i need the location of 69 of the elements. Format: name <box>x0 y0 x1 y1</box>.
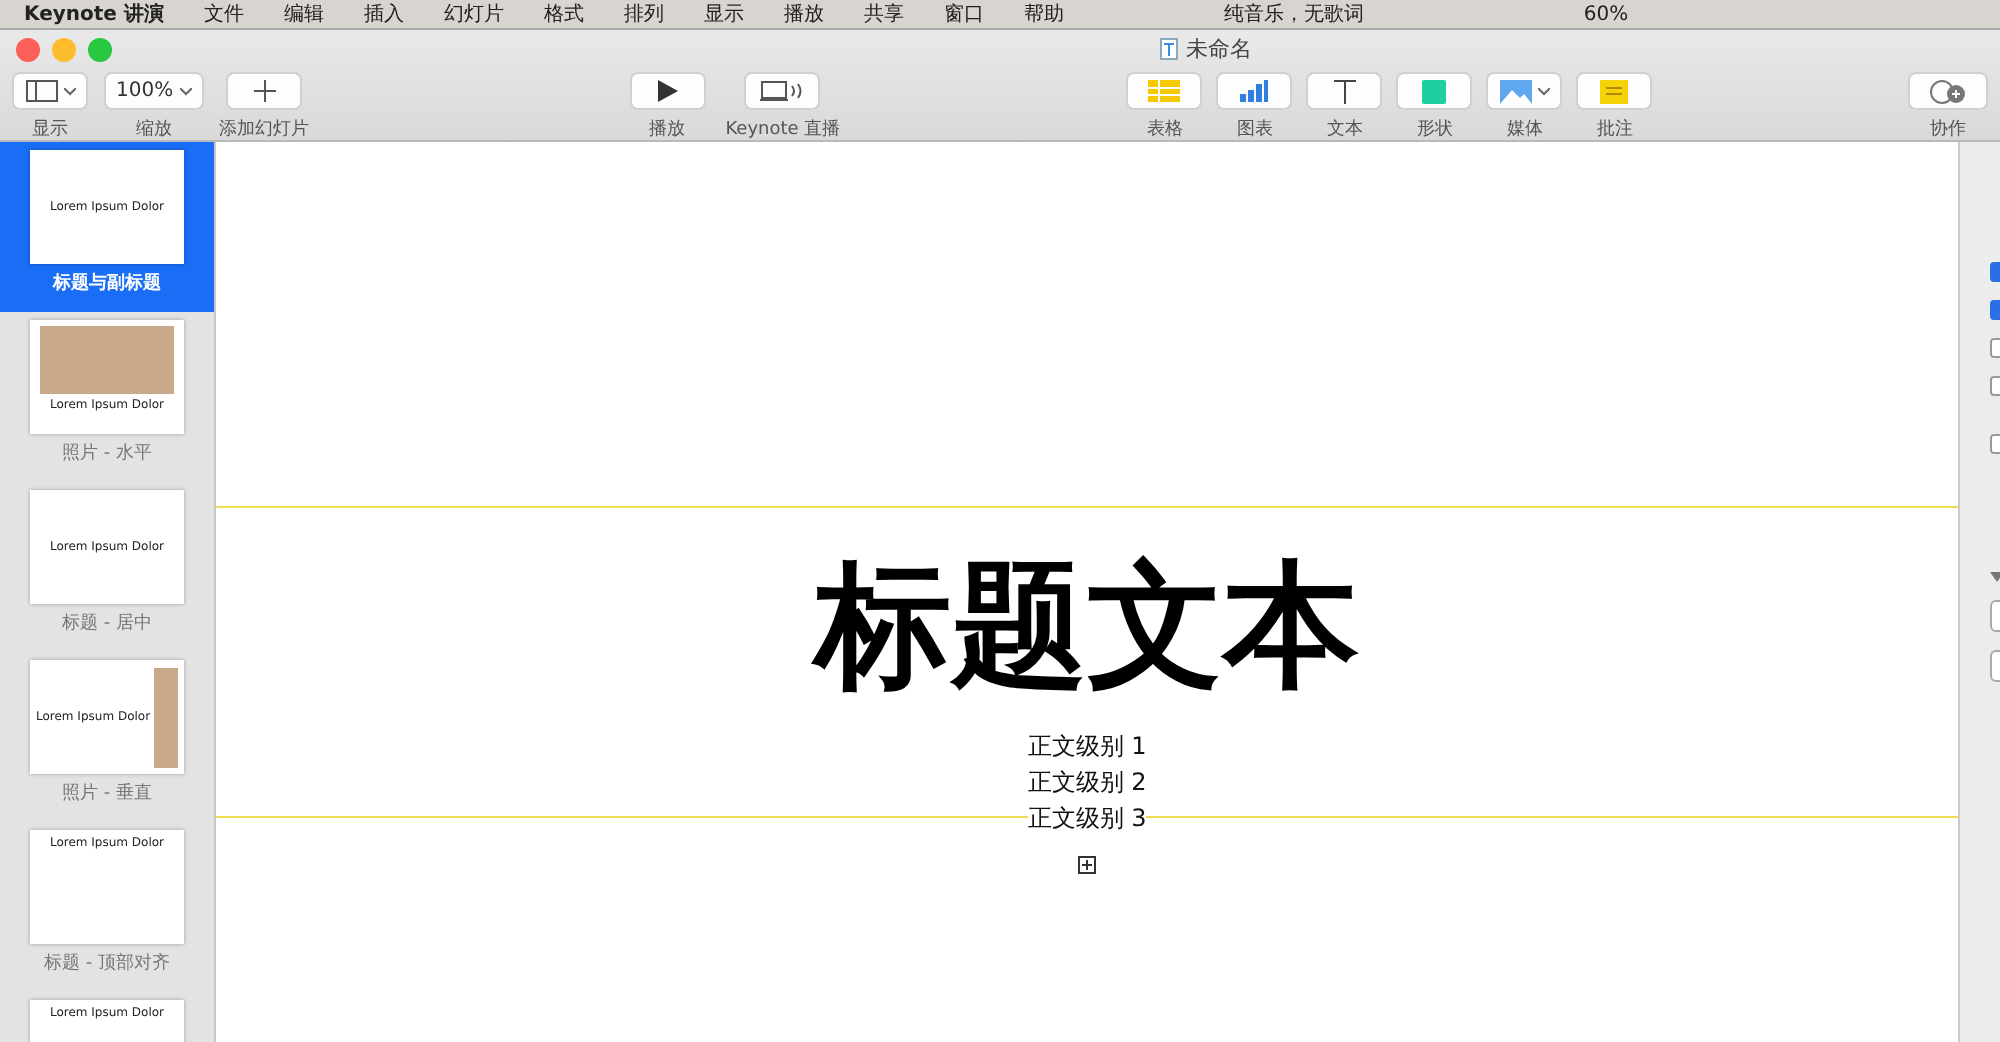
slide-label: 标题 - 居中 <box>62 611 152 636</box>
zoom-button[interactable]: 100% <box>104 72 204 110</box>
menu-item[interactable]: 帮助 <box>1023 0 1064 29</box>
slide-label: 照片 - 垂直 <box>62 781 152 806</box>
toolbar-label: 批注 <box>1596 117 1633 142</box>
menu-item[interactable]: 窗口 <box>943 0 984 29</box>
body-text: 正文级别 1 <box>1027 728 1147 764</box>
toolbar-label: 播放 <box>649 117 686 142</box>
battery-text: 60% <box>1583 1 1629 29</box>
play-icon <box>657 80 678 102</box>
sidebar-layout-icon <box>25 80 57 102</box>
note-icon <box>1600 79 1629 103</box>
chart-button[interactable] <box>1216 72 1293 110</box>
collab-button[interactable] <box>1908 72 1988 110</box>
photo-placeholder <box>40 326 174 394</box>
toolbar-label: 表格 <box>1146 117 1183 142</box>
view-button[interactable] <box>12 72 88 110</box>
add-box-icon <box>1078 856 1096 874</box>
photo-placeholder <box>154 667 178 767</box>
caret-icon <box>179 87 192 95</box>
now-playing-text: 纯音乐，无歌词 <box>1223 1 1364 29</box>
slide-label: 照片 - 水平 <box>62 441 152 466</box>
menu-item[interactable]: 播放 <box>783 0 824 29</box>
slide-label: 标题 - 顶部对齐 <box>44 951 170 976</box>
menu-item[interactable]: 文件 <box>203 0 244 29</box>
menu-item[interactable]: 编辑 <box>283 0 324 29</box>
live-button[interactable] <box>744 72 821 110</box>
menu-item[interactable]: 幻灯片 <box>443 0 504 29</box>
shape-button[interactable] <box>1396 72 1473 110</box>
close-button[interactable] <box>16 38 40 62</box>
toolbar-label: 缩放 <box>135 117 172 142</box>
menu-item[interactable]: 插入 <box>363 0 404 29</box>
menu-item[interactable]: Keynote 讲演 <box>24 0 164 29</box>
bar-chart-icon <box>1240 80 1269 102</box>
laptop-broadcast-icon <box>760 80 805 102</box>
zoom-button[interactable] <box>88 38 112 62</box>
table-button[interactable] <box>1126 72 1203 110</box>
media-button[interactable] <box>1486 72 1563 110</box>
square-icon <box>1422 79 1447 103</box>
person-add-icon <box>1930 79 1966 103</box>
caret-icon <box>63 87 75 95</box>
table-icon <box>1148 80 1181 102</box>
comment-button[interactable] <box>1576 72 1653 110</box>
toolbar-label: 文本 <box>1326 117 1363 142</box>
text-button[interactable] <box>1306 72 1383 110</box>
body-text: 正文级别 2 <box>1027 764 1147 800</box>
toolbar-label: 添加幻灯片 <box>219 117 310 142</box>
text-icon <box>1333 79 1356 103</box>
document-icon <box>1160 38 1178 60</box>
toolbar-label: 显示 <box>32 117 68 142</box>
menu-item[interactable]: 显示 <box>703 0 744 29</box>
body-text: 正文级别 3 <box>1027 800 1147 836</box>
caret-icon <box>1537 87 1550 95</box>
window-title: 未命名 <box>1186 34 1252 64</box>
slide-title: 标题文本 <box>815 552 1359 704</box>
play-button[interactable] <box>629 72 706 110</box>
toolbar-label: 形状 <box>1416 117 1453 142</box>
disclosure-triangle-icon <box>1990 572 2000 582</box>
plus-icon <box>253 80 276 102</box>
menu-item[interactable]: 共享 <box>863 0 904 29</box>
menu-item[interactable]: 格式 <box>543 0 584 29</box>
toolbar-label: 媒体 <box>1506 117 1543 142</box>
menu-item[interactable]: 排列 <box>623 0 664 29</box>
slide-label: 标题与副标题 <box>53 270 161 296</box>
toolbar-label: 图表 <box>1236 117 1273 142</box>
toolbar-label: Keynote 直播 <box>725 117 841 142</box>
toolbar-label: 协作 <box>1930 117 1966 142</box>
image-icon <box>1499 79 1532 103</box>
add-button[interactable] <box>226 72 303 110</box>
